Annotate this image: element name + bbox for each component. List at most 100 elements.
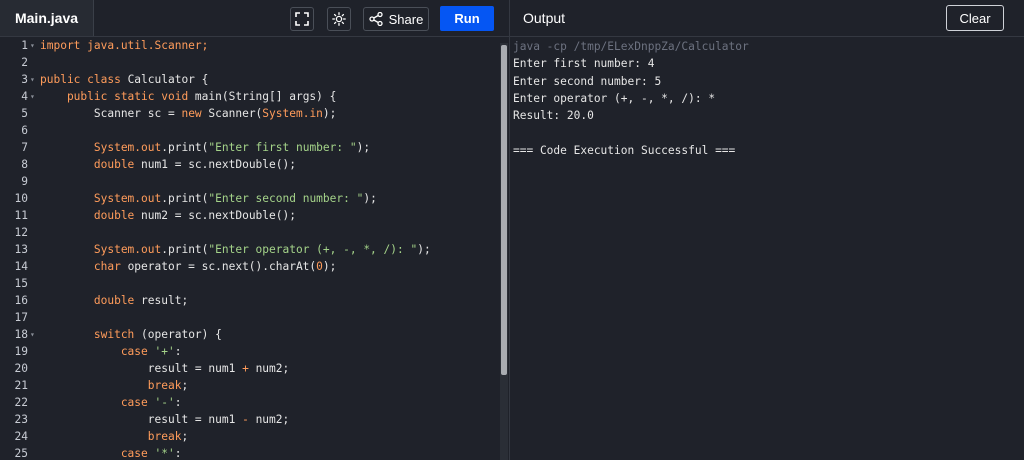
code-line: 14 char operator = sc.next().charAt(0); (0, 258, 509, 275)
output-line: Enter first number: 4 (513, 57, 655, 71)
code-line: 10 System.out.print("Enter second number… (0, 190, 509, 207)
code-line: 6 (0, 122, 509, 139)
fold-arrow-icon[interactable]: ▾ (30, 88, 35, 105)
code-token: case (40, 396, 155, 409)
code-line: 17 (0, 309, 509, 326)
code-token: import java.util.Scanner; (40, 39, 209, 52)
code-token: ); (356, 141, 371, 154)
code-line: 11 double num2 = sc.nextDouble(); (0, 207, 509, 224)
line-number: 4 (21, 90, 28, 103)
code-token: .print( (161, 243, 209, 256)
code-text: double num1 = sc.nextDouble(); (40, 156, 296, 173)
line-number: 19 (14, 345, 28, 358)
code-token: result = num1 (40, 413, 243, 426)
code-token: .print( (161, 192, 209, 205)
fullscreen-icon (295, 12, 309, 26)
code-text: case '*': (40, 445, 182, 460)
output-line: Enter second number: 5 (513, 74, 662, 88)
code-text: char operator = sc.next().charAt(0); (40, 258, 337, 275)
line-number: 1 (21, 39, 28, 52)
share-label: Share (388, 11, 424, 27)
code-token: "Enter operator (+, -, *, /): " (208, 243, 418, 256)
theme-toggle-button[interactable] (327, 7, 351, 31)
code-token: "Enter first number: " (208, 141, 357, 154)
line-number: 10 (14, 192, 28, 205)
code-line: 21 break; (0, 377, 509, 394)
code-token: main(String[] args) { (194, 90, 337, 103)
code-token: public class (40, 73, 128, 86)
code-text: case '+': (40, 343, 182, 360)
code-token: num2; (248, 413, 290, 426)
code-line: 2 (0, 54, 509, 71)
code-token: Calculator { (127, 73, 209, 86)
code-token: switch (40, 328, 142, 341)
line-number: 11 (14, 209, 28, 222)
output-line: === Code Execution Successful === (513, 143, 736, 157)
code-text: import java.util.Scanner; (40, 37, 208, 54)
code-token: break (40, 379, 182, 392)
code-line: 15 (0, 275, 509, 292)
code-line: 5 Scanner sc = new Scanner(System.in); (0, 105, 509, 122)
code-line: 18 ▾ switch (operator) { (0, 326, 509, 343)
code-line: 1 ▾ import java.util.Scanner; (0, 37, 509, 54)
code-text: public static void main(String[] args) { (40, 88, 336, 105)
line-number: 14 (14, 260, 28, 273)
code-line: 13 System.out.print("Enter operator (+, … (0, 241, 509, 258)
code-token: result; (141, 294, 189, 307)
code-line: 3 ▾ public class Calculator { (0, 71, 509, 88)
code-editor[interactable]: 1 ▾ import java.util.Scanner; 2 3 ▾ public cla… (0, 37, 509, 460)
code-text: case '-': (40, 394, 182, 411)
fold-arrow-icon[interactable]: ▾ (30, 37, 35, 54)
code-token: result = num1 (40, 362, 243, 375)
code-text: double result; (40, 292, 188, 309)
output-panel-title: Output (523, 10, 566, 26)
code-text: Scanner sc = new Scanner(System.in); (40, 105, 337, 122)
line-number: 24 (14, 430, 28, 443)
code-token: case (40, 447, 155, 460)
code-token: num1 = sc.nextDouble(); (141, 158, 296, 171)
line-number: 18 (14, 328, 28, 341)
code-text: System.out.print("Enter second number: "… (40, 190, 377, 207)
code-token: ; (181, 379, 189, 392)
code-token: public static void (40, 90, 195, 103)
code-token: char (40, 260, 128, 273)
code-text: public class Calculator { (40, 71, 208, 88)
code-token: .print( (161, 141, 209, 154)
line-number: 2 (21, 56, 28, 69)
code-token: double (40, 209, 142, 222)
line-number: 6 (21, 124, 28, 137)
line-number: 23 (14, 413, 28, 426)
code-token: case (40, 345, 155, 358)
run-button[interactable]: Run (440, 6, 494, 31)
file-tab-main-java[interactable]: Main.java (0, 0, 94, 36)
code-line: 23 result = num1 - num2; (0, 411, 509, 428)
line-number: 5 (21, 107, 28, 120)
panel-divider[interactable] (509, 0, 510, 460)
code-text: double num2 = sc.nextDouble(); (40, 207, 296, 224)
code-line: 4 ▾ public static void main(String[] args… (0, 88, 509, 105)
clear-button[interactable]: Clear (946, 5, 1004, 31)
code-line: 9 (0, 173, 509, 190)
toolbar: Main.java Share Run Output Clear (0, 0, 1024, 37)
code-text: System.out.print("Enter first number: ")… (40, 139, 370, 156)
code-token: Scanner( (208, 107, 263, 120)
fold-arrow-icon[interactable]: ▾ (30, 71, 35, 88)
code-token: System.out (40, 141, 162, 154)
code-token: : (174, 345, 182, 358)
code-token: : (174, 447, 182, 460)
code-token: + (242, 362, 249, 375)
line-number: 21 (14, 379, 28, 392)
fold-arrow-icon[interactable]: ▾ (30, 326, 35, 343)
fullscreen-button[interactable] (290, 7, 314, 31)
code-token: - (242, 413, 249, 426)
code-token: System.in (262, 107, 323, 120)
code-token: 0 (316, 260, 323, 273)
code-token: num2 = sc.nextDouble(); (141, 209, 296, 222)
code-token: ); (363, 192, 377, 205)
code-line: 20 result = num1 + num2; (0, 360, 509, 377)
share-button[interactable]: Share (363, 7, 429, 31)
editor-scrollbar-thumb[interactable] (501, 45, 507, 375)
code-token: double (40, 294, 142, 307)
code-line: 8 double num1 = sc.nextDouble(); (0, 156, 509, 173)
